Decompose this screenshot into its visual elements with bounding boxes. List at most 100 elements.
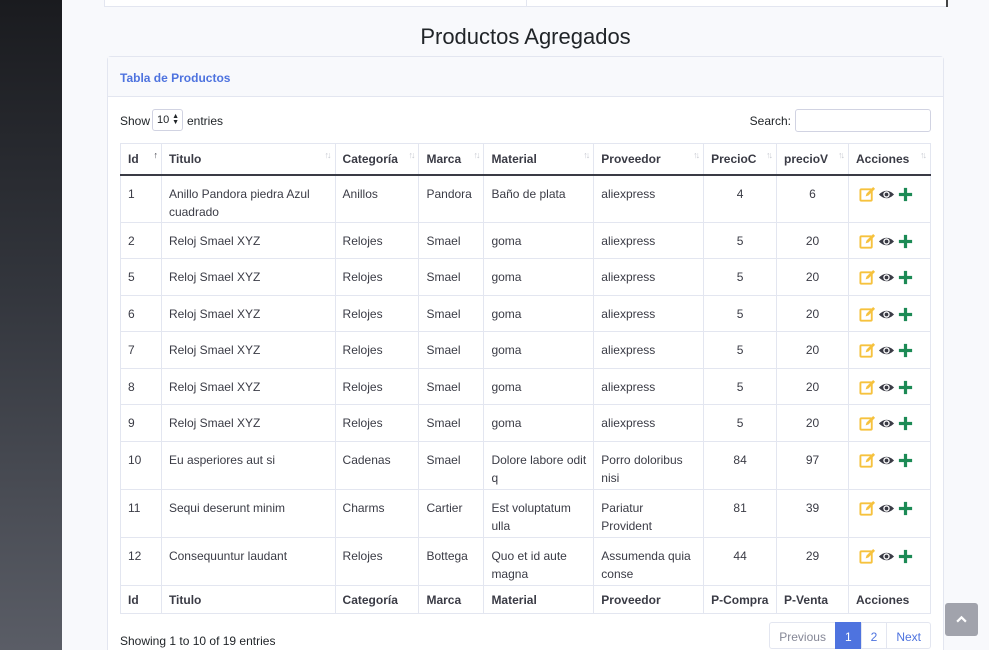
column-header-label: Proveedor	[601, 151, 661, 166]
table-body: 1 Anillo Pandora piedra Azul cuadrado Anil…	[120, 174, 932, 586]
cell-material: Dolore labore odit q	[483, 441, 595, 490]
column-footer: Marca	[418, 585, 485, 614]
edit-icon[interactable]	[859, 186, 876, 203]
sort-icon: ↑↓	[920, 150, 927, 160]
cell-marca: Smael	[418, 222, 485, 259]
eye-icon[interactable]	[878, 186, 895, 203]
eye-icon[interactable]	[878, 548, 895, 565]
column-header[interactable]: Material ↑↓	[483, 143, 595, 176]
plus-icon[interactable]	[897, 233, 914, 250]
table-row: 1 Anillo Pandora piedra Azul cuadrado Anil…	[120, 174, 932, 223]
cell-marca: Cartier	[418, 489, 485, 538]
column-header[interactable]: PrecioC ↑↓	[703, 143, 778, 176]
cell-actions	[847, 331, 932, 369]
eye-icon[interactable]	[878, 269, 895, 286]
column-header-label: Acciones	[855, 151, 910, 166]
eye-icon[interactable]	[878, 342, 895, 359]
sort-icon: ↑↓	[324, 150, 332, 160]
sort-icon: ↑↓	[473, 150, 480, 160]
plus-icon[interactable]	[897, 379, 914, 396]
cell-categoria: Relojes	[334, 404, 420, 442]
eye-icon[interactable]	[878, 415, 895, 432]
cell-categoria: Relojes	[334, 295, 420, 332]
previous-card-bottom	[104, 0, 948, 7]
plus-icon[interactable]	[897, 500, 914, 517]
cell-id: 11	[120, 489, 162, 538]
column-header[interactable]: Proveedor ↑↓	[593, 143, 705, 176]
cell-titulo: Sequi deserunt minim	[160, 489, 336, 538]
entries-length-select[interactable]: 10 ▲ ▼	[152, 109, 183, 131]
edit-icon[interactable]	[859, 415, 876, 432]
cell-preciov: 20	[776, 295, 849, 332]
pagination-previous[interactable]: Previous	[769, 622, 836, 649]
column-header[interactable]: Acciones ↑↓	[847, 143, 932, 176]
plus-icon[interactable]	[897, 342, 914, 359]
column-header[interactable]: Id ↑	[120, 143, 162, 176]
pagination-next[interactable]: Next	[886, 622, 931, 649]
table-row: 6 Reloj Smael XYZ Relojes Smael goma aliexpre…	[120, 295, 932, 332]
cell-marca: Pandora	[418, 174, 485, 223]
cell-categoria: Relojes	[334, 537, 420, 586]
edit-icon[interactable]	[859, 306, 876, 323]
cell-id: 12	[120, 537, 162, 586]
products-table: Id ↑ Titulo ↑↓ Categoría ↑↓ Marca ↑↓ Material ↑↓ P…	[120, 143, 932, 614]
scroll-to-top-button[interactable]	[945, 603, 978, 636]
eye-icon[interactable]	[878, 500, 895, 517]
cell-titulo: Reloj Smael XYZ	[160, 331, 336, 369]
column-header[interactable]: Categoría ↑↓	[334, 143, 420, 176]
products-card: Tabla de Productos Show 10 ▲ ▼ entries Se…	[107, 56, 944, 650]
pagination-page-1[interactable]: 1	[834, 622, 862, 649]
column-header[interactable]: Titulo ↑↓	[160, 143, 336, 176]
column-footer: P-Venta	[776, 585, 849, 614]
cell-titulo: Reloj Smael XYZ	[160, 258, 336, 296]
cell-actions	[847, 537, 932, 586]
search-input[interactable]	[795, 109, 931, 132]
plus-icon[interactable]	[897, 269, 914, 286]
plus-icon[interactable]	[897, 186, 914, 203]
column-header-label: Titulo	[168, 151, 202, 166]
column-footer: Proveedor	[593, 585, 705, 614]
cell-titulo: Anillo Pandora piedra Azul cuadrado	[160, 174, 336, 223]
cell-material: Quo et id aute magna	[483, 537, 595, 586]
edit-icon[interactable]	[859, 269, 876, 286]
cell-id: 7	[120, 331, 162, 369]
edit-icon[interactable]	[859, 379, 876, 396]
chevron-up-icon	[956, 615, 967, 623]
cell-preciov: 20	[776, 222, 849, 259]
cell-material: goma	[483, 331, 595, 369]
cell-categoria: Charms	[334, 489, 420, 538]
sort-icon: ↑↓	[408, 150, 415, 160]
eye-icon[interactable]	[878, 379, 895, 396]
edit-icon[interactable]	[859, 233, 876, 250]
card-title: Tabla de Productos	[120, 71, 231, 85]
edit-icon[interactable]	[859, 500, 876, 517]
column-footer: Id	[120, 585, 162, 614]
cell-proveedor: aliexpress	[593, 258, 705, 296]
eye-icon[interactable]	[878, 233, 895, 250]
cell-precioc: 5	[703, 258, 778, 296]
column-footer: Categoría	[334, 585, 420, 614]
eye-icon[interactable]	[878, 306, 895, 323]
plus-icon[interactable]	[897, 548, 914, 565]
plus-icon[interactable]	[897, 452, 914, 469]
column-header-label: Categoría	[342, 151, 398, 166]
column-header[interactable]: Marca ↑↓	[418, 143, 485, 176]
cell-actions	[847, 222, 932, 259]
search-label: Search:	[749, 114, 791, 128]
edit-icon[interactable]	[859, 548, 876, 565]
cell-actions	[847, 258, 932, 296]
pagination-page-2[interactable]: 2	[860, 622, 888, 649]
plus-icon[interactable]	[897, 415, 914, 432]
edit-icon[interactable]	[859, 342, 876, 359]
column-header[interactable]: precioV ↑↓	[776, 143, 849, 176]
cell-proveedor: aliexpress	[593, 331, 705, 369]
pagination: Previous 1 2 Next	[769, 622, 931, 649]
cell-proveedor: aliexpress	[593, 174, 705, 223]
cell-preciov: 6	[776, 174, 849, 223]
sort-icon: ↑↓	[837, 150, 845, 160]
eye-icon[interactable]	[878, 452, 895, 469]
plus-icon[interactable]	[897, 306, 914, 323]
column-header-label: Material	[491, 151, 537, 166]
edit-icon[interactable]	[859, 452, 876, 469]
column-footer: Material	[483, 585, 595, 614]
